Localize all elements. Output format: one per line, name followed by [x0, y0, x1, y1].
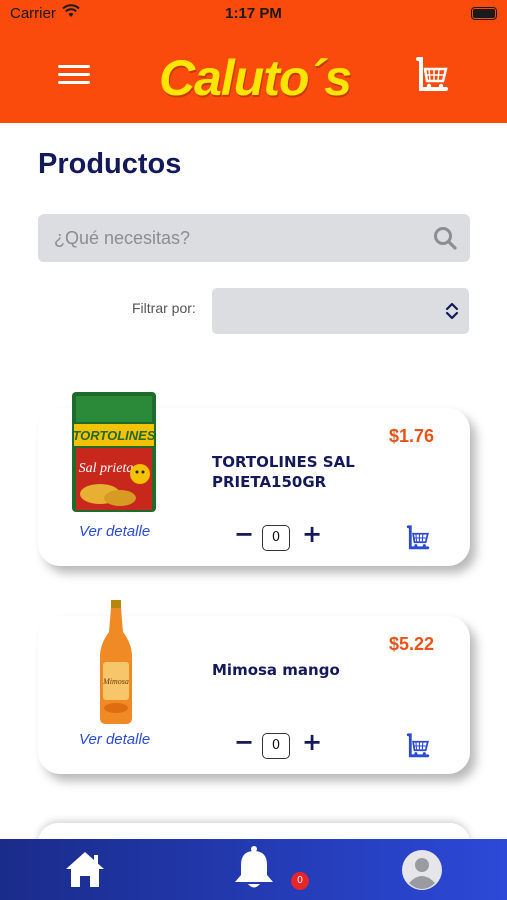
add-to-cart-icon[interactable] — [404, 732, 432, 760]
filter-select[interactable] — [212, 288, 469, 334]
product-name: Mimosa mango — [212, 661, 340, 679]
svg-text:Sal prieta: Sal prieta — [79, 461, 134, 476]
product-price: $1.76 — [388, 426, 434, 446]
decrease-quantity-button[interactable]: − — [234, 522, 254, 546]
battery-icon — [471, 7, 497, 20]
quantity-field[interactable]: 0 — [262, 525, 290, 551]
view-detail-link[interactable]: Ver detalle — [79, 523, 150, 540]
bell-icon[interactable] — [232, 845, 276, 891]
search-bar — [38, 214, 470, 262]
quantity-field[interactable]: 0 — [262, 733, 290, 759]
product-name: TORTOLINES SAL PRIETA150GR — [212, 453, 355, 491]
product-card: Mimosa $5.22 Mimosa mango Ver detalle − … — [38, 600, 470, 774]
app-logo: Caluto´s — [159, 50, 352, 106]
notification-badge: 0 — [291, 872, 309, 890]
view-detail-link[interactable]: Ver detalle — [79, 731, 150, 748]
product-card: TORTOLINES Sal prieta $1.76 TORTOLINES S… — [38, 392, 470, 566]
hamburger-menu-icon[interactable] — [58, 65, 90, 87]
profile-avatar-icon[interactable] — [401, 849, 443, 891]
decrease-quantity-button[interactable]: − — [234, 730, 254, 754]
add-to-cart-icon[interactable] — [404, 524, 432, 552]
product-image[interactable]: TORTOLINES Sal prieta — [70, 390, 158, 514]
search-icon[interactable] — [432, 225, 458, 251]
increase-quantity-button[interactable]: + — [302, 730, 322, 754]
app-header: Caluto´s — [0, 30, 507, 123]
product-price: $5.22 — [388, 634, 434, 654]
product-image[interactable]: Mimosa — [96, 600, 136, 726]
svg-text:Mimosa: Mimosa — [102, 677, 129, 686]
search-input[interactable] — [38, 214, 418, 262]
increase-quantity-button[interactable]: + — [302, 522, 322, 546]
status-time: 1:17 PM — [225, 5, 282, 22]
filter-label: Filtrar por: — [132, 300, 196, 316]
chevron-up-down-icon — [445, 302, 459, 320]
home-icon[interactable] — [64, 849, 106, 889]
svg-text:TORTOLINES: TORTOLINES — [72, 428, 155, 443]
status-bar: Carrier 1:17 PM — [0, 0, 507, 30]
page-title: Productos — [38, 148, 182, 180]
cart-icon[interactable] — [412, 55, 452, 95]
bottom-navigation: 0 — [0, 839, 507, 900]
